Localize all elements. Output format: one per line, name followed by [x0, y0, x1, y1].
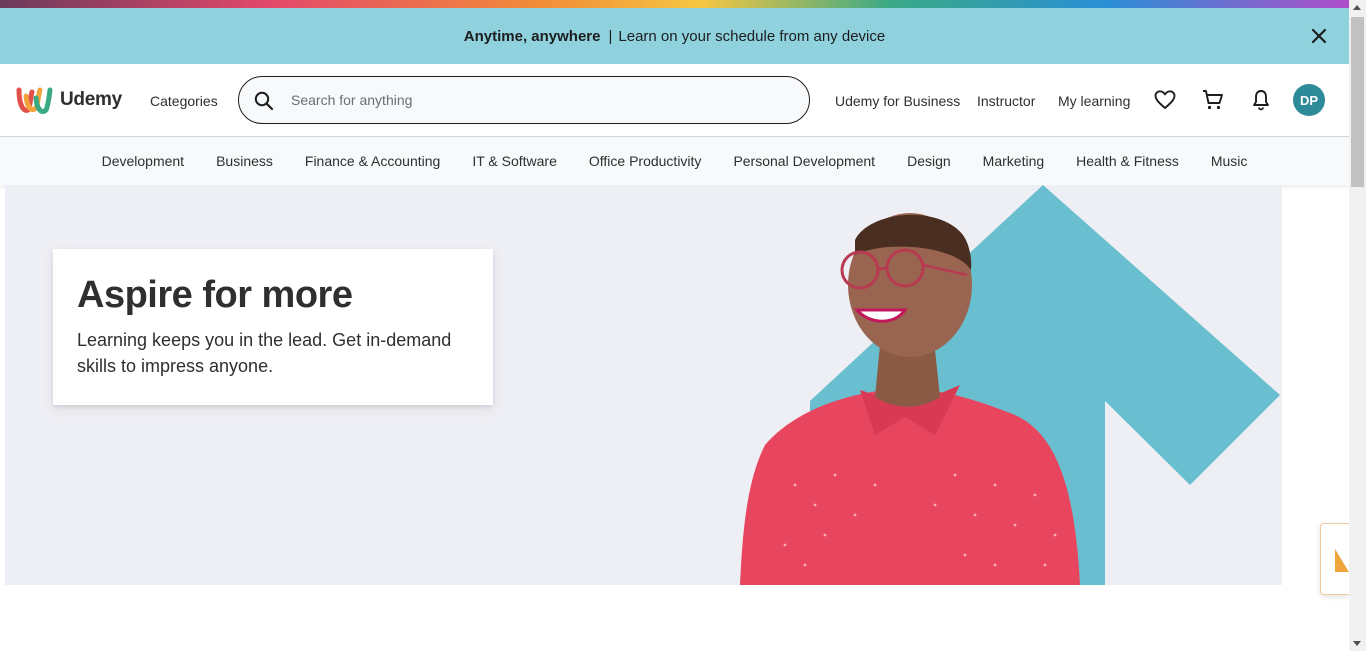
logo-text: Udemy	[60, 89, 122, 110]
hero-title: Aspire for more	[77, 274, 353, 316]
category-business[interactable]: Business	[216, 153, 273, 169]
close-icon[interactable]	[1309, 26, 1329, 46]
category-personal-development[interactable]: Personal Development	[733, 153, 875, 169]
site-header: Udemy Categories Udemy for Business Inst…	[0, 64, 1349, 137]
category-marketing[interactable]: Marketing	[983, 153, 1044, 169]
scroll-up-arrow-icon[interactable]	[1353, 5, 1361, 10]
scrollbar-thumb[interactable]	[1351, 17, 1364, 187]
banner-text: Learn on your schedule from any device	[618, 27, 886, 45]
side-feedback-tab[interactable]	[1320, 523, 1349, 595]
banner-separator: |	[608, 27, 613, 45]
udemy-logo-mark-icon	[16, 87, 53, 114]
heart-icon[interactable]	[1153, 88, 1177, 112]
banner-bold-text: Anytime, anywhere	[463, 27, 601, 45]
udemy-for-business-link[interactable]: Udemy for Business	[835, 93, 960, 109]
category-design[interactable]: Design	[907, 153, 951, 169]
warning-triangle-icon	[1335, 549, 1349, 572]
categories-menu[interactable]: Categories	[150, 93, 218, 109]
promo-banner: Anytime, anywhere | Learn on your schedu…	[0, 8, 1349, 64]
udemy-logo[interactable]: Udemy	[16, 84, 122, 116]
bell-icon[interactable]	[1249, 88, 1273, 112]
cart-icon[interactable]	[1201, 88, 1225, 112]
avatar[interactable]: DP	[1293, 84, 1325, 116]
scroll-down-arrow-icon[interactable]	[1353, 641, 1361, 646]
hero-card: Aspire for more Learning keeps you in th…	[53, 249, 493, 405]
category-music[interactable]: Music	[1211, 153, 1248, 169]
my-learning-link[interactable]: My learning	[1058, 93, 1130, 109]
category-health-fitness[interactable]: Health & Fitness	[1076, 153, 1179, 169]
instructor-link[interactable]: Instructor	[977, 93, 1035, 109]
category-finance-accounting[interactable]: Finance & Accounting	[305, 153, 440, 169]
hero-subtitle: Learning keeps you in the lead. Get in-d…	[77, 329, 452, 376]
category-office-productivity[interactable]: Office Productivity	[589, 153, 702, 169]
category-it-software[interactable]: IT & Software	[472, 153, 557, 169]
search-input[interactable]	[291, 77, 791, 123]
category-nav: Development Business Finance & Accountin…	[0, 137, 1349, 185]
category-development[interactable]: Development	[102, 153, 185, 169]
search-bar	[238, 76, 810, 124]
rainbow-stripe	[0, 0, 1349, 8]
vertical-scrollbar[interactable]	[1349, 0, 1366, 651]
search-icon[interactable]	[253, 90, 275, 112]
